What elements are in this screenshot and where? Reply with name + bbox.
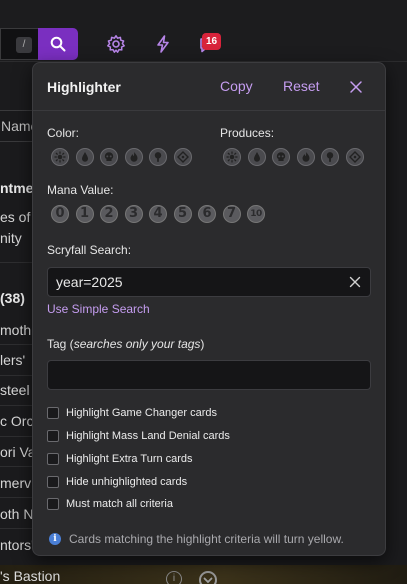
reset-button[interactable]: Reset	[283, 78, 320, 94]
produces-white-toggle[interactable]	[223, 148, 241, 166]
tag-label-note: searches only your tags	[73, 337, 201, 351]
search-button[interactable]	[38, 28, 78, 60]
use-simple-search-link[interactable]: Use Simple Search	[47, 302, 150, 316]
tree-icon	[326, 152, 334, 162]
info-icon[interactable]: i	[166, 571, 182, 584]
produces-blue-toggle[interactable]	[247, 148, 266, 166]
scryfall-search-value: year=2025	[56, 274, 123, 290]
produces-green-toggle[interactable]	[321, 148, 339, 166]
mass-land-denial-checkbox[interactable]	[47, 430, 59, 442]
search-icon	[50, 36, 66, 52]
info-icon: i	[49, 533, 61, 545]
match-all-label: Must match all criteria	[66, 498, 173, 510]
extra-turn-checkbox-row[interactable]: Highlight Extra Turn cards	[47, 452, 193, 466]
divider	[0, 466, 34, 467]
slash-shortcut-hint: /	[16, 37, 32, 53]
search-input[interactable]: /	[0, 28, 38, 60]
diamond-icon	[176, 151, 189, 163]
hide-unhighlighted-label: Hide unhighlighted cards	[66, 476, 188, 488]
copy-button[interactable]: Copy	[220, 78, 253, 94]
list-item-label: 's Bastion	[0, 568, 61, 584]
mana-value-0-toggle[interactable]: 0	[51, 205, 69, 223]
water-drop-icon	[253, 152, 260, 162]
mana-value-2-toggle[interactable]: 2	[100, 205, 118, 223]
notification-badge: 16	[202, 33, 221, 50]
clear-icon[interactable]	[349, 276, 361, 288]
panel-title: Highlighter	[47, 79, 121, 95]
info-text: Cards matching the highlight criteria wi…	[69, 532, 344, 546]
tag-input[interactable]	[47, 360, 371, 390]
extra-turn-checkbox[interactable]	[47, 453, 59, 465]
game-changer-checkbox-row[interactable]: Highlight Game Changer cards	[47, 406, 217, 420]
divider	[0, 436, 34, 437]
sun-icon	[226, 151, 238, 163]
hide-unhighlighted-checkbox-row[interactable]: Hide unhighlighted cards	[47, 475, 187, 489]
tree-icon	[154, 152, 162, 162]
fire-icon	[302, 152, 309, 162]
mana-value-3-toggle[interactable]: 3	[124, 205, 143, 223]
scryfall-search-label: Scryfall Search:	[47, 243, 132, 257]
black-mana-toggle[interactable]	[100, 148, 118, 166]
mass-land-denial-label: Highlight Mass Land Denial cards	[66, 430, 230, 442]
mana-value-group: 0 1 2 3 4 5 6 7 10	[51, 205, 265, 223]
fire-icon	[130, 152, 137, 162]
divider	[0, 528, 34, 529]
mana-value-1-toggle[interactable]: 1	[75, 205, 94, 223]
match-all-checkbox-row[interactable]: Must match all criteria	[47, 497, 173, 511]
diamond-icon	[348, 151, 361, 163]
red-mana-toggle[interactable]	[124, 148, 143, 166]
mana-value-6-toggle[interactable]: 6	[198, 205, 216, 223]
produces-filter-group	[223, 148, 364, 166]
produces-colorless-toggle[interactable]	[345, 148, 364, 166]
water-drop-icon	[81, 152, 88, 162]
divider	[0, 344, 34, 345]
highlighted-list-item[interactable]: 's Bastion i	[0, 565, 407, 584]
lightning-icon[interactable]	[153, 34, 173, 54]
colorless-mana-toggle[interactable]	[173, 148, 192, 166]
chevron-down-icon[interactable]	[199, 571, 217, 584]
white-mana-toggle[interactable]	[51, 148, 69, 166]
sun-icon	[54, 151, 66, 163]
divider	[0, 497, 34, 498]
divider	[0, 375, 34, 376]
info-note: i Cards matching the highlight criteria …	[49, 532, 344, 546]
divider	[0, 405, 34, 406]
mana-value-7-toggle[interactable]: 7	[222, 205, 241, 223]
skull-icon	[276, 152, 286, 161]
mana-value-label: Mana Value:	[47, 183, 114, 197]
gear-icon[interactable]	[106, 34, 126, 54]
mana-value-4-toggle[interactable]: 4	[149, 205, 167, 223]
game-changer-label: Highlight Game Changer cards	[66, 407, 218, 419]
produces-red-toggle[interactable]	[296, 148, 315, 166]
highlighter-panel: Highlighter Copy Reset Color: Produces:	[32, 62, 386, 556]
green-mana-toggle[interactable]	[149, 148, 167, 166]
tag-label-suffix: )	[200, 337, 205, 351]
divider	[0, 262, 34, 263]
color-label: Color:	[47, 126, 80, 140]
scryfall-search-input[interactable]: year=2025	[47, 267, 371, 297]
produces-label: Produces:	[220, 126, 275, 140]
game-changer-checkbox[interactable]	[47, 407, 59, 419]
close-icon[interactable]	[349, 80, 363, 94]
top-bar: / 16	[0, 0, 407, 62]
mass-land-denial-checkbox-row[interactable]: Highlight Mass Land Denial cards	[47, 429, 230, 443]
panel-header: Highlighter Copy Reset	[33, 63, 385, 111]
tag-label-prefix: Tag (	[47, 337, 74, 351]
match-all-checkbox[interactable]	[47, 498, 59, 510]
mana-value-5-toggle[interactable]: 5	[173, 205, 192, 223]
mana-value-10-toggle[interactable]: 10	[247, 205, 265, 223]
tag-label: Tag (searches only your tags)	[47, 337, 204, 351]
skull-icon	[104, 152, 114, 161]
hide-unhighlighted-checkbox[interactable]	[47, 476, 59, 488]
extra-turn-label: Highlight Extra Turn cards	[66, 453, 193, 465]
color-filter-group	[51, 148, 192, 166]
produces-black-toggle[interactable]	[272, 148, 290, 166]
blue-mana-toggle[interactable]	[75, 148, 94, 166]
